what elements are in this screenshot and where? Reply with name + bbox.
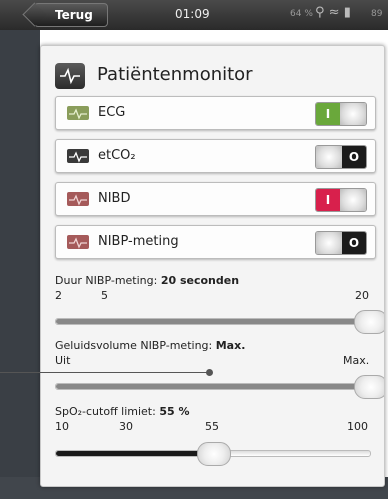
tick-label: 20 [355,289,369,302]
slider-label-volume: Geluidsvolume NIBP-meting: Max. [55,339,246,352]
slider-fill [56,384,370,389]
row-label: ECG [98,105,126,120]
toggle-switch-nibd[interactable]: I [315,188,367,212]
toggle-row-nibd: NIBD I [55,182,376,216]
toggle-state: O [342,232,366,254]
tick-label: 100 [347,420,368,433]
wifi-icon: ≈ [328,5,340,20]
toggle-knob [340,103,366,125]
callout-line [0,372,210,373]
slider-fill [56,451,213,456]
toggle-state: O [342,146,366,168]
heartbeat-icon [67,235,89,249]
row-label: NIBP-meting [98,234,179,249]
status-icons: ⚲ ≈ ▮ [315,5,351,20]
slider-handle[interactable] [354,310,384,334]
toggle-switch-nibp-meting[interactable]: O [315,231,367,255]
tick-label: 2 [55,289,62,302]
tick-label: 10 [55,420,69,433]
plug-icon: ⚲ [315,5,325,20]
slider-track-volume [55,375,384,399]
toggle-row-nibp-meting: NIBP-meting O [55,225,376,259]
slider-value: Max. [215,339,246,352]
row-label: etCO₂ [98,148,136,163]
heartbeat-icon [67,149,89,163]
background-left [0,30,40,499]
toggle-row-etco2: etCO₂ O [55,139,376,173]
slider-label-spo2: SpO₂-cutoff limiet: 55 % [55,405,190,418]
status-bar: Terug 01:09 64 % ⚲ ≈ ▮ 89 [0,0,388,30]
slider-track-spo2 [55,442,371,466]
slider-handle[interactable] [354,375,384,399]
toggle-knob [316,146,342,168]
toggle-state: I [316,189,340,211]
slider-handle[interactable] [197,442,231,466]
tick-label: Max. [343,354,370,367]
slider-label-duration: Duur NIBP-meting: 20 seconden [55,274,240,287]
heartbeat-icon [55,63,85,89]
callout-dot [206,369,213,376]
toggle-switch-ecg[interactable]: I [315,102,367,126]
slider-value: 55 % [159,405,190,418]
tick-label: 55 [205,420,219,433]
tick-label: 30 [119,420,133,433]
slider-track-duration [55,310,384,334]
clock: 01:09 [175,7,210,21]
slider-fill [56,319,370,324]
tick-label: 5 [101,289,108,302]
heartbeat-icon [67,106,89,120]
toggle-row-ecg: ECG I [55,96,376,130]
battery-icon: ▮ [343,5,351,20]
heartbeat-icon [67,192,89,206]
patient-monitor-panel: Patiëntenmonitor ECG I etCO₂ O NIBD I NI… [40,45,385,487]
toggle-switch-etco2[interactable]: O [315,145,367,169]
toggle-state: I [316,103,340,125]
battery-percentage: 64 % [290,9,313,19]
tick-label: Uit [55,354,71,367]
toggle-knob [340,189,366,211]
panel-title: Patiëntenmonitor [97,64,253,85]
status-extra: 89 [371,9,383,19]
row-label: NIBD [98,191,131,206]
back-button[interactable]: Terug [34,3,108,27]
slider-value: 20 seconden [160,274,240,287]
toggle-knob [316,232,342,254]
